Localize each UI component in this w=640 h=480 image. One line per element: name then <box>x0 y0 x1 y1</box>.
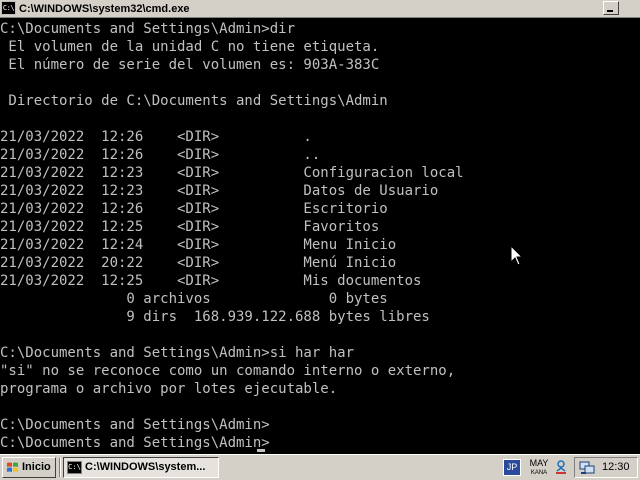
taskbar: Inicio C:\ C:\WINDOWS\system... JP MAY K… <box>0 454 640 480</box>
console-line: 21/03/2022 12:26 <DIR> Escritorio <box>0 201 388 217</box>
ime-mode-top: MAY <box>529 458 549 468</box>
console-line: programa o archivo por lotes ejecutable. <box>0 381 338 397</box>
mouse-pointer-icon <box>510 245 524 266</box>
console-prompt-line[interactable]: C:\Documents and Settings\Admin> <box>0 434 270 452</box>
task-button-label: C:\WINDOWS\system... <box>85 461 206 473</box>
windows-logo-icon <box>7 462 18 472</box>
console-line: 21/03/2022 12:26 <DIR> .. <box>0 147 321 163</box>
text-cursor <box>257 449 265 452</box>
ime-language-button[interactable]: JP <box>503 459 521 476</box>
console-line: El número de serie del volumen es: 903A-… <box>0 57 380 73</box>
console-line: 21/03/2022 12:26 <DIR> . <box>0 129 312 145</box>
window-title: C:\WINDOWS\system32\cmd.exe <box>19 3 190 15</box>
console-line: El volumen de la unidad C no tiene etiqu… <box>0 39 380 55</box>
cmd-icon: C:\ <box>67 461 82 474</box>
start-label: Inicio <box>22 461 51 473</box>
console-line: 0 archivos 0 bytes <box>0 291 388 307</box>
console-output[interactable]: C:\Documents and Settings\Admin>dir El v… <box>0 18 640 454</box>
console-line: C:\Documents and Settings\Admin> <box>0 417 270 433</box>
system-tray: 12:30 <box>574 457 638 478</box>
console-line: 21/03/2022 12:23 <DIR> Datos de Usuario <box>0 183 439 199</box>
ime-options-icon[interactable] <box>554 459 568 475</box>
console-line: 21/03/2022 12:23 <DIR> Configuracion loc… <box>0 165 464 181</box>
console-line: Directorio de C:\Documents and Settings\… <box>0 93 388 109</box>
minimize-icon <box>607 10 613 12</box>
minimize-button[interactable] <box>603 1 619 15</box>
console-line: 21/03/2022 12:25 <DIR> Mis documentos <box>0 273 422 289</box>
console-line: C:\Documents and Settings\Admin>dir <box>0 21 296 37</box>
console-line: 21/03/2022 20:22 <DIR> Menú Inicio <box>0 255 397 271</box>
taskbar-divider <box>59 458 61 477</box>
task-button-cmd[interactable]: C:\ C:\WINDOWS\system... <box>63 457 219 478</box>
console-line: "si" no se reconoce como un comando inte… <box>0 363 456 379</box>
ime-mode-bottom: KANA <box>530 470 548 476</box>
title-bar[interactable]: C:\ C:\WINDOWS\system32\cmd.exe <box>0 0 640 18</box>
start-button[interactable]: Inicio <box>2 457 56 478</box>
clock[interactable]: 12:30 <box>602 458 630 477</box>
ime-mode-button[interactable]: MAY KANA <box>527 457 551 479</box>
console-line: 21/03/2022 12:25 <DIR> Favoritos <box>0 219 380 235</box>
console-line: 9 dirs 168.939.122.688 bytes libres <box>0 309 430 325</box>
network-icon[interactable] <box>579 461 595 475</box>
cmd-icon[interactable]: C:\ <box>1 1 16 15</box>
console-line: C:\Documents and Settings\Admin>si har h… <box>0 345 355 361</box>
console-line: 21/03/2022 12:24 <DIR> Menu Inicio <box>0 237 397 253</box>
